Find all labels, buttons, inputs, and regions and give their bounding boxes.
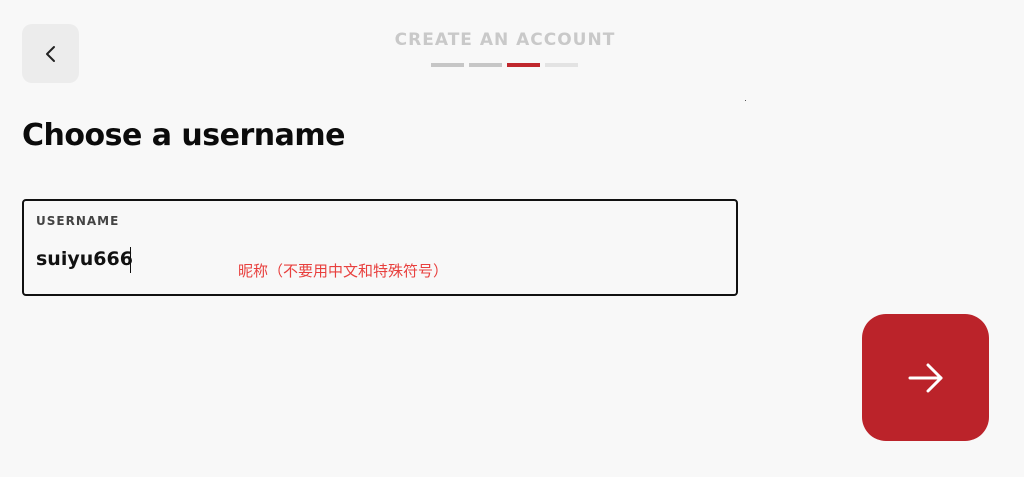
progress-step-4 [545, 63, 578, 67]
annotation-note: 昵称（不要用中文和特殊符号） [238, 262, 449, 280]
step-progress [431, 63, 578, 67]
username-label: USERNAME [36, 214, 120, 228]
progress-step-2 [469, 63, 502, 67]
arrow-right-icon [906, 358, 946, 398]
text-cursor [130, 247, 131, 273]
next-button[interactable] [862, 314, 989, 441]
progress-step-1 [431, 63, 464, 67]
artifact-dot [745, 100, 746, 101]
username-field[interactable]: USERNAME [22, 199, 738, 296]
header-title: CREATE AN ACCOUNT [394, 30, 616, 50]
page-title: Choose a username [22, 118, 346, 153]
progress-step-3 [507, 63, 540, 67]
